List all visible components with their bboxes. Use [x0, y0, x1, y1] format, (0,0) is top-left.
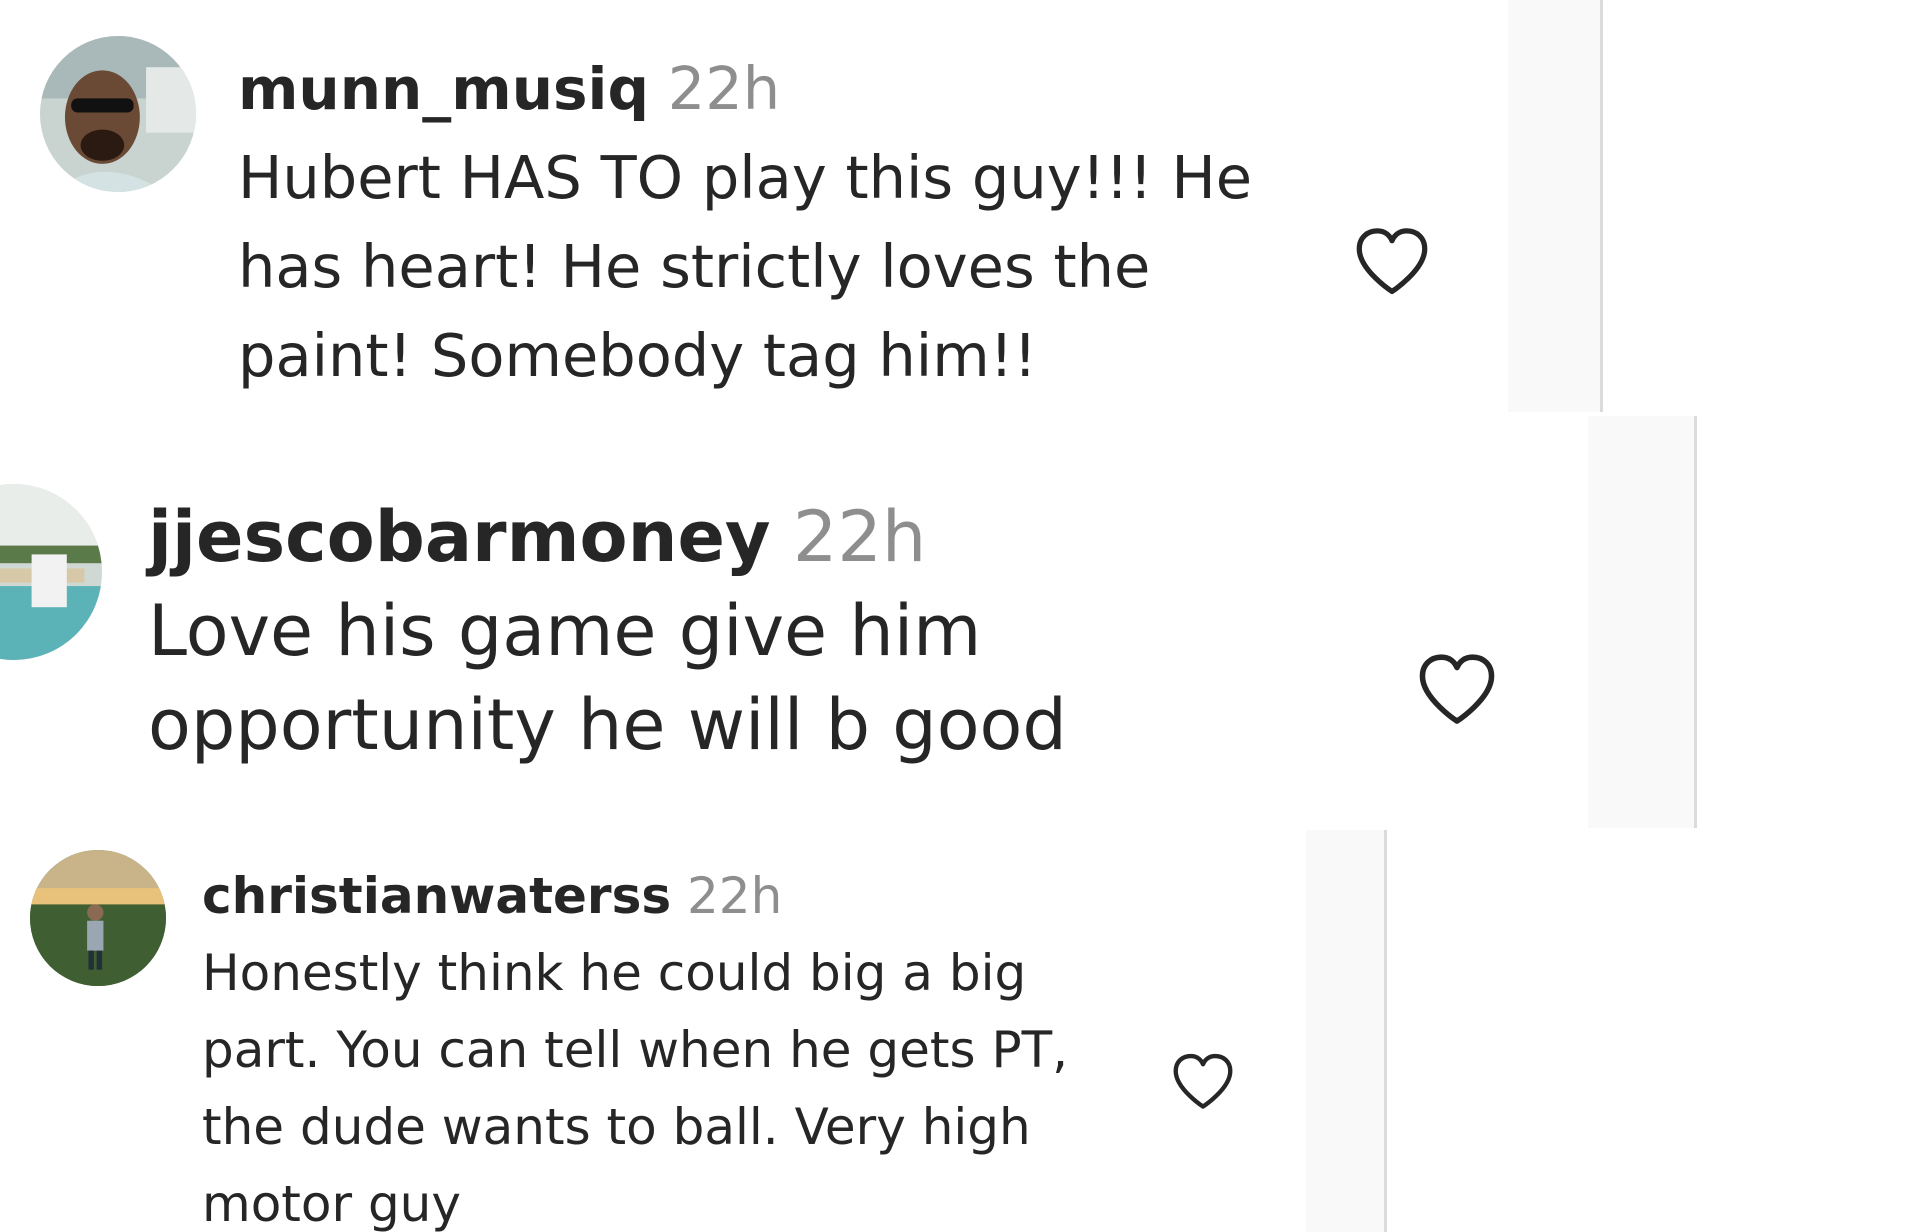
comment-content: munn_musiq 22h Hubert HAS TO play this g…: [238, 44, 1318, 400]
username-link[interactable]: christianwaterss: [202, 867, 671, 925]
comment-timestamp[interactable]: 22h: [668, 54, 780, 123]
comment-text: Hubert HAS TO play this guy!!! He has he…: [238, 143, 1253, 390]
comment-divider: [1694, 416, 1697, 828]
comment-item: christianwaterss 22h Honestly think he c…: [0, 830, 1920, 1232]
comment-gutter: [1588, 416, 1696, 828]
comment-item: jjescobarmoney 22h Love his game give hi…: [0, 416, 1920, 828]
heart-outline-icon: [1356, 228, 1428, 295]
like-button[interactable]: [1170, 1052, 1236, 1112]
username-link[interactable]: munn_musiq: [238, 55, 649, 123]
avatar[interactable]: [30, 850, 166, 986]
comment-item: munn_musiq 22h Hubert HAS TO play this g…: [0, 0, 1920, 412]
comment-gutter: [1508, 0, 1602, 412]
comment-timestamp[interactable]: 22h: [793, 496, 926, 578]
comment-header: munn_musiq 22h: [238, 44, 1318, 133]
avatar[interactable]: [40, 36, 196, 192]
like-button[interactable]: [1414, 652, 1500, 728]
comment-content: christianwaterss 22h Honestly think he c…: [202, 858, 1142, 1232]
comment-divider: [1600, 0, 1603, 412]
heart-outline-icon: [1173, 1053, 1233, 1109]
comment-header: jjescobarmoney 22h: [148, 490, 1328, 584]
comment-text: Love his game give him opportunity he wi…: [148, 590, 1067, 766]
comment-timestamp[interactable]: 22h: [687, 867, 782, 925]
heart-outline-icon: [1419, 654, 1495, 724]
username-link[interactable]: jjescobarmoney: [148, 496, 771, 578]
avatar-photo: [30, 850, 166, 986]
comment-divider: [1384, 830, 1387, 1232]
like-button[interactable]: [1352, 226, 1432, 298]
avatar-photo: [0, 484, 102, 660]
comment-text: Honestly think he could big a big part. …: [202, 944, 1069, 1232]
comment-content: jjescobarmoney 22h Love his game give hi…: [148, 490, 1328, 772]
comment-header: christianwaterss 22h: [202, 858, 1142, 935]
avatar-photo: [40, 36, 196, 192]
comment-gutter: [1306, 830, 1386, 1232]
avatar[interactable]: [0, 484, 102, 660]
